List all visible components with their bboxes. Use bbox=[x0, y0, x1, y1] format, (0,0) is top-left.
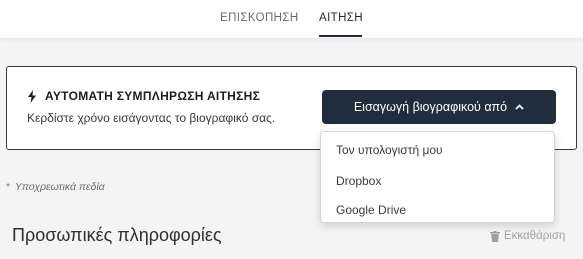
tab-bar: ΕΠΙΣΚΟΠΗΣΗ ΑΙΤΗΣΗ bbox=[0, 0, 583, 38]
autofill-header: ΑΥΤΟΜΑΤΗ ΣΥΜΠΛΗΡΩΣΗ ΑΙΤΗΣΗΣ bbox=[27, 89, 260, 103]
menu-item-dropbox[interactable]: Dropbox bbox=[336, 174, 381, 188]
chevron-up-icon bbox=[515, 104, 524, 110]
required-fields-label: Υποχρεωτικά πεδία bbox=[14, 181, 105, 193]
bolt-icon bbox=[28, 89, 36, 103]
menu-item-google-drive[interactable]: Google Drive bbox=[336, 203, 406, 217]
import-resume-button[interactable]: Εισαγωγή βιογραφικού από bbox=[322, 90, 556, 124]
import-resume-label: Εισαγωγή βιογραφικού από bbox=[353, 100, 508, 114]
import-source-menu: Τον υπολογιστή μου Dropbox Google Drive bbox=[320, 131, 555, 223]
tab-application[interactable]: ΑΙΤΗΣΗ bbox=[319, 12, 363, 24]
tab-overview[interactable]: ΕΠΙΣΚΟΠΗΣΗ bbox=[220, 12, 299, 24]
menu-item-my-computer[interactable]: Τον υπολογιστή μου bbox=[336, 143, 443, 157]
active-tab-indicator bbox=[319, 35, 362, 37]
trash-icon bbox=[490, 230, 500, 242]
section-title: Προσωπικές πληροφορίες bbox=[12, 225, 222, 245]
clear-button[interactable]: Εκκαθάριση bbox=[490, 230, 565, 242]
autofill-subtitle: Κερδίστε χρόνο εισάγοντας το βιογραφικό … bbox=[27, 111, 276, 125]
required-fields-note: * Υποχρεωτικά πεδία bbox=[6, 181, 105, 193]
required-star: * bbox=[6, 181, 11, 193]
autofill-title: ΑΥΤΟΜΑΤΗ ΣΥΜΠΛΗΡΩΣΗ ΑΙΤΗΣΗΣ bbox=[45, 89, 261, 103]
clear-label: Εκκαθάριση bbox=[504, 230, 566, 242]
